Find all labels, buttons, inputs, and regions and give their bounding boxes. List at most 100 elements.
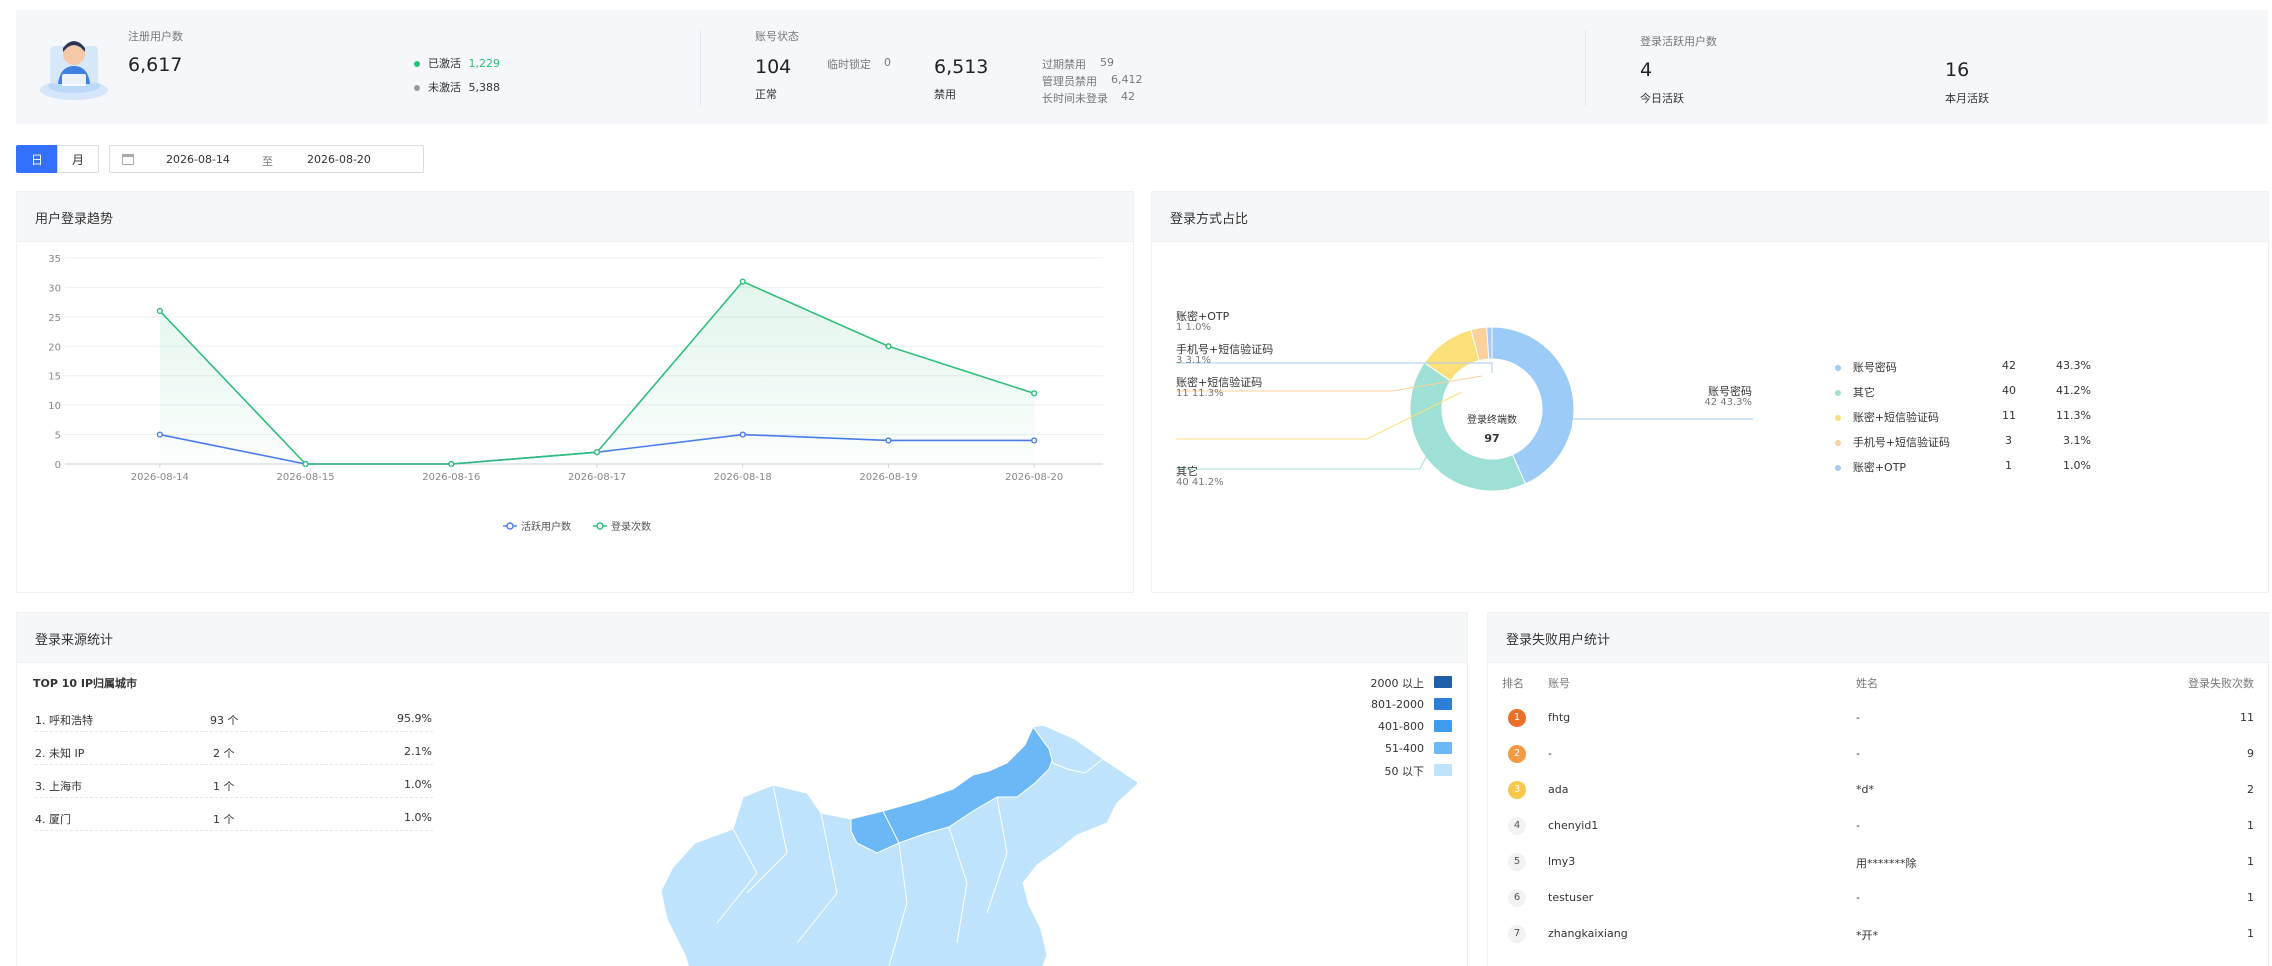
legend-item[interactable]: 账号密码 42 43.3% xyxy=(1835,359,2095,384)
map-legend-label: 401-800 xyxy=(1378,720,1424,733)
activated-value: 1,229 xyxy=(468,57,501,70)
data-point xyxy=(156,307,163,315)
legend-dot xyxy=(1835,364,1841,371)
x-tick-label: 2026-08-14 xyxy=(131,472,189,483)
legend-count: 42 xyxy=(2002,359,2016,372)
y-tick-label: 10 xyxy=(48,401,61,412)
legend-dot xyxy=(1835,464,1841,471)
y-tick-label: 20 xyxy=(48,342,61,353)
tab-day[interactable]: 日 xyxy=(16,145,58,173)
map-legend-item[interactable]: 50 以下 xyxy=(1262,763,1452,785)
legend-item[interactable]: 其它 40 41.2% xyxy=(1835,384,2095,409)
map-legend-label: 50 以下 xyxy=(1384,765,1425,778)
month-active-label: 本月活跃 xyxy=(1945,92,1989,105)
legend-dot xyxy=(1835,439,1841,446)
map-legend-swatch xyxy=(1434,676,1452,688)
x-tick-label: 2026-08-16 xyxy=(422,472,480,483)
map-legend-label: 51-400 xyxy=(1385,742,1424,755)
data-point xyxy=(739,278,746,285)
account-status-label: 账号状态 xyxy=(755,30,799,43)
data-point xyxy=(156,431,163,438)
legend-pct: 41.2% xyxy=(2056,384,2091,397)
trend-title: 用户登录趋势 xyxy=(35,212,114,227)
y-tick-label: 30 xyxy=(48,283,61,294)
failed-login-title: 登录失败用户统计 xyxy=(1506,633,1611,648)
count-cell: 11 xyxy=(2240,711,2254,724)
activated-stat: 已激活 1,229 xyxy=(414,55,500,71)
col-header-account: 账号 xyxy=(1548,677,1570,690)
admin-disabled-label: 管理员禁用 xyxy=(1042,75,1097,88)
legend-item[interactable]: 账密+短信验证码 11 11.3% xyxy=(1835,409,2095,434)
summary-bar xyxy=(16,10,2268,124)
failed-login-card: 登录失败用户统计 排名 账号 姓名 登录失败次数 1 fhtg - 11 2 -… xyxy=(1487,612,2269,966)
legend-item[interactable]: 账密+OTP 1 1.0% xyxy=(1835,459,2095,484)
end-date-input[interactable]: 2026-08-20 xyxy=(307,153,371,166)
donut-center-value: 97 xyxy=(1484,432,1499,445)
name-cell: *d* xyxy=(1856,783,1874,796)
name-cell: - xyxy=(1856,747,1860,760)
legend-item[interactable]: 手机号+短信验证码 3 3.1% xyxy=(1835,434,2095,459)
y-tick-label: 25 xyxy=(48,313,61,324)
tab-month[interactable]: 月 xyxy=(57,145,99,173)
trend-card-header: 用户登录趋势 xyxy=(17,192,1133,242)
x-tick-label: 2026-08-15 xyxy=(277,472,335,483)
callout-line-account-password xyxy=(1570,418,1753,430)
map-legend-item[interactable]: 401-800 xyxy=(1262,719,1452,741)
longtime-label: 长时间未登录 xyxy=(1042,92,1108,105)
city-pct: 95.9% xyxy=(397,712,432,725)
donut-center-label: 登录终端数 xyxy=(1467,413,1517,426)
data-point xyxy=(739,431,746,438)
y-tick-label: 15 xyxy=(48,372,61,383)
inactive-stat: 未激活 5,388 xyxy=(414,79,500,95)
count-cell: 2 xyxy=(2247,783,2254,796)
data-point xyxy=(885,437,892,444)
normal-label: 正常 xyxy=(755,88,777,101)
login-source-card: 登录来源统计 TOP 10 IP归属城市 1. 呼和浩特 93 个 95.9% … xyxy=(16,612,1468,966)
legend-count: 3 xyxy=(2005,434,2012,447)
map-legend-item[interactable]: 51-400 xyxy=(1262,741,1452,763)
today-active-label: 今日活跃 xyxy=(1640,92,1684,105)
city-count: 93 个 xyxy=(210,714,239,727)
name-cell: - xyxy=(1856,891,1860,904)
legend-count: 40 xyxy=(2002,384,2016,397)
map-legend-swatch xyxy=(1434,742,1452,754)
callout-sub: 42 43.3% xyxy=(1704,397,1752,408)
legend-pct: 3.1% xyxy=(2063,434,2091,447)
active-users-label: 登录活跃用户数 xyxy=(1640,35,1717,48)
donut-legend: 账号密码 42 43.3% 其它 40 41.2% 账密+短信验证码 11 11… xyxy=(1835,359,2095,484)
legend-name: 账密+OTP xyxy=(1852,461,1907,474)
legend-pct: 11.3% xyxy=(2056,409,2091,422)
expired-label: 过期禁用 xyxy=(1042,58,1086,71)
legend-label: 活跃用户数 xyxy=(521,520,571,533)
legend-count: 1 xyxy=(2005,459,2012,472)
count-cell: 1 xyxy=(2247,819,2254,832)
date-range-picker[interactable]: 2026-08-14 至 2026-08-20 xyxy=(109,145,424,173)
legend-pct: 43.3% xyxy=(2056,359,2091,372)
name-cell: - xyxy=(1856,711,1860,724)
activated-dot xyxy=(414,61,420,67)
callout-line-other xyxy=(1176,452,1429,470)
login-count-area xyxy=(159,281,1035,464)
rank-badge: 1 xyxy=(1508,709,1526,727)
y-tick-label: 5 xyxy=(55,431,61,442)
col-header-count: 登录失败次数 xyxy=(2188,677,2254,690)
name-cell: - xyxy=(1856,819,1860,832)
city-pct: 2.1% xyxy=(404,745,432,758)
city-pct: 1.0% xyxy=(404,778,432,791)
longtime-value: 42 xyxy=(1121,90,1135,103)
name-cell: 用*******除 xyxy=(1856,857,1917,870)
inactive-dot xyxy=(414,85,420,91)
data-point xyxy=(885,343,892,350)
temp-lock-label: 临时锁定 xyxy=(827,58,871,71)
start-date-input[interactable]: 2026-08-14 xyxy=(166,153,230,166)
row-divider xyxy=(35,830,433,831)
legend-name: 账密+短信验证码 xyxy=(1852,411,1940,424)
account-cell: ada xyxy=(1548,783,1569,796)
map-legend-item[interactable]: 2000 以上 xyxy=(1262,675,1452,697)
legend-marker xyxy=(506,522,514,530)
x-tick-label: 2026-08-18 xyxy=(714,472,772,483)
city-count: 1 个 xyxy=(213,813,235,826)
map-legend-item[interactable]: 801-2000 xyxy=(1262,697,1452,719)
donut-slice[interactable] xyxy=(1409,362,1527,492)
date-separator: 至 xyxy=(262,155,273,168)
